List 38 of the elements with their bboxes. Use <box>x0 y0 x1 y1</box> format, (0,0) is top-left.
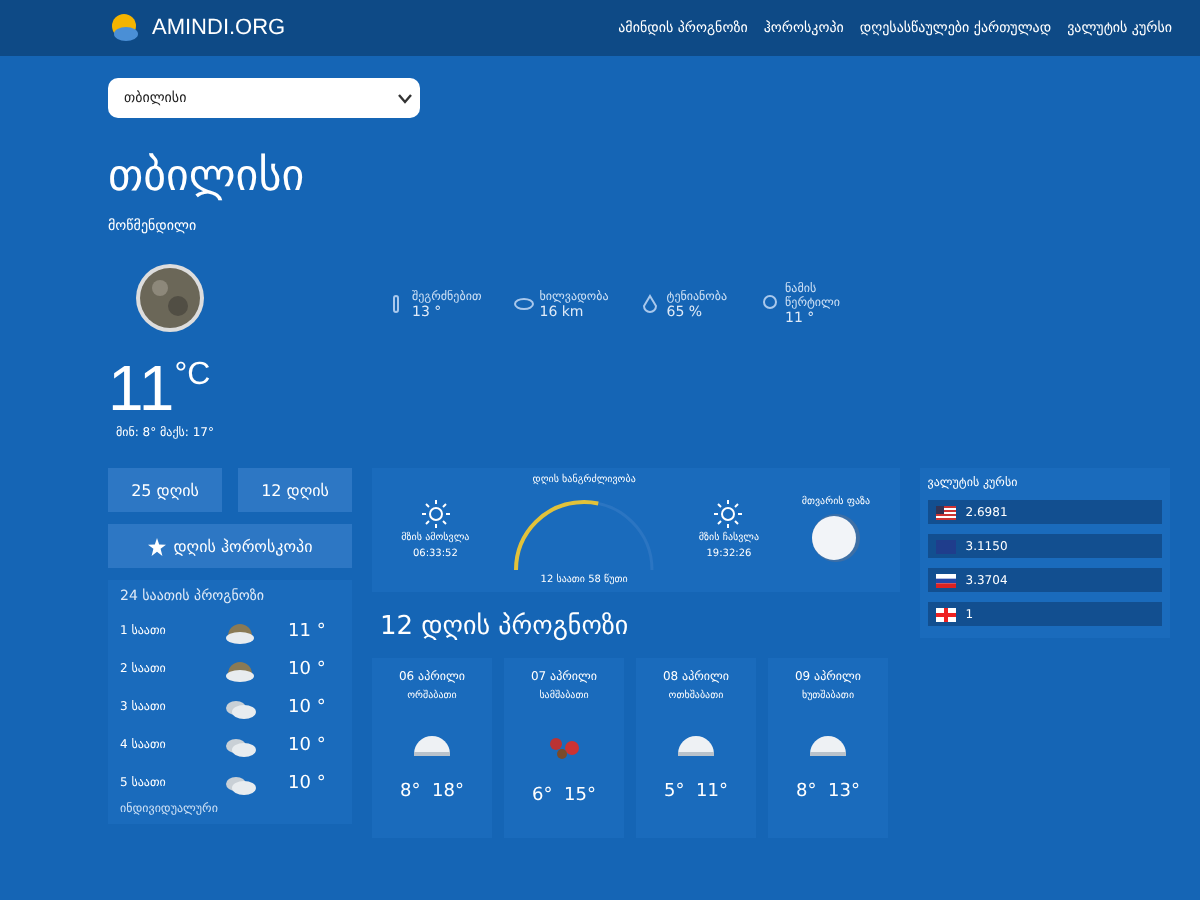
cloud-icon <box>808 732 848 756</box>
cloud-icon <box>224 771 256 795</box>
hour-temperature: 11 ° <box>288 621 326 641</box>
hour-temperature: 10 ° <box>288 697 326 717</box>
caret-icon <box>398 93 412 103</box>
cloud-icon <box>224 695 256 719</box>
site-logo-text[interactable]: AMINDI.ORG <box>152 16 286 40</box>
eye-icon <box>513 294 534 314</box>
flag-icon <box>935 607 956 621</box>
sun-icon <box>421 500 450 528</box>
section-title: 12 დღის პროგნოზი <box>380 612 631 642</box>
sun-icon <box>714 500 743 528</box>
hour-temperature: 10 ° <box>288 735 326 755</box>
sun-cloud-icon <box>108 12 140 44</box>
temperature-unit: °C <box>174 358 211 394</box>
forecast-button[interactable]: 25 დღის <box>108 468 222 512</box>
hour-temperature: 10 ° <box>288 659 326 679</box>
berries-icon <box>544 732 584 760</box>
cloud-icon <box>224 733 256 757</box>
cloud-icon <box>676 732 716 756</box>
cloud-icon <box>412 732 452 756</box>
day-temperatures: 8° 13° <box>796 782 860 802</box>
city-title: თბილისი <box>108 150 307 206</box>
horoscope-button[interactable]: დღის ჰოროსკოპი <box>108 524 352 568</box>
drop-icon <box>640 294 661 314</box>
moon-phase-icon <box>809 512 862 564</box>
temperature: 11 <box>108 354 175 422</box>
sun-cloud-icon <box>224 657 256 681</box>
moon-icon <box>134 262 206 334</box>
star-icon <box>147 537 166 555</box>
forecast-button[interactable]: 12 დღის <box>238 468 352 512</box>
day-temperatures: 5° 11° <box>664 782 728 802</box>
hour-temperature: 10 ° <box>288 773 326 793</box>
sun-cloud-icon <box>224 619 256 643</box>
day-temperatures: 6° 15° <box>532 786 596 806</box>
flag-icon <box>935 505 956 519</box>
flag-icon <box>935 573 956 587</box>
day-temperatures: 8° 18° <box>400 782 464 802</box>
